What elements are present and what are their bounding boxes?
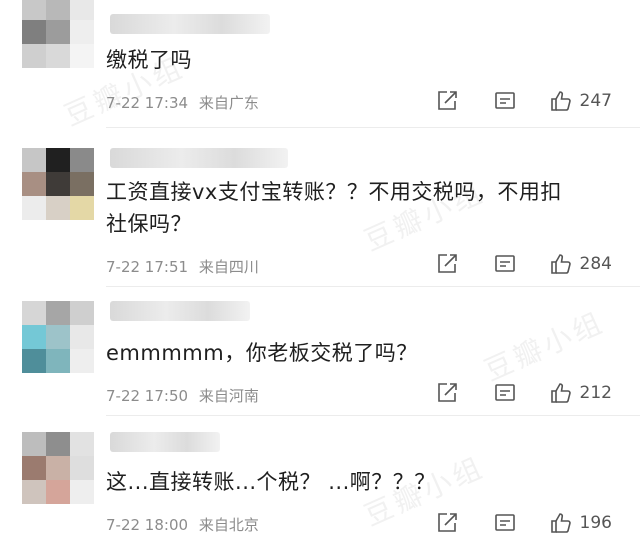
username-blurred[interactable] [110,14,270,34]
share-icon[interactable] [434,88,460,114]
avatar[interactable] [22,148,94,220]
comment-time: 7-22 18:00 [106,516,189,534]
comment-meta: 7-22 17:50 来自河南 [106,385,259,406]
comment-time: 7-22 17:50 [106,387,189,405]
comment-meta: 7-22 18:00 来自北京 [106,514,259,535]
comment-text: 工资直接vx支付宝转账？？不用交税吗，不用扣 社保吗？ [106,180,562,236]
comment-actions: 212 [434,380,612,406]
reply-icon[interactable] [492,510,518,536]
avatar[interactable] [22,0,94,68]
share-icon[interactable] [434,380,460,406]
comment-text: emmmmm，你老板交税了吗？ [106,341,418,365]
like-count: 196 [579,513,612,533]
comment-meta: 7-22 17:34 来自广东 [106,92,259,113]
share-icon[interactable] [434,251,460,277]
comment-actions: 196 [434,510,612,536]
thumbs-up-icon[interactable] [548,251,574,277]
like-count: 212 [579,383,612,403]
thumbs-up-icon[interactable] [548,510,574,536]
avatar[interactable] [22,432,94,504]
comment-item: 工资直接vx支付宝转账？？不用交税吗，不用扣 社保吗？ 7-22 17:51 来… [0,128,640,287]
like-count: 284 [579,254,612,274]
comment-location: 来自四川 [198,258,259,276]
comment-time: 7-22 17:34 [106,94,189,112]
username-blurred[interactable] [110,148,288,168]
thumbs-up-icon[interactable] [548,380,574,406]
comment-item: emmmmm，你老板交税了吗？ 7-22 17:50 来自河南 212 [0,287,640,416]
comment-meta: 7-22 17:51 来自四川 [106,256,259,277]
avatar[interactable] [22,301,94,373]
comment-text: 这...直接转账...个税？ ...啊？？？ [106,470,436,494]
comment-actions: 284 [434,251,612,277]
reply-icon[interactable] [492,380,518,406]
comment-item: 这...直接转账...个税？ ...啊？？？ 7-22 18:00 来自北京 1… [0,416,640,557]
like-count: 247 [579,91,612,111]
comment-item: 缴税了吗 7-22 17:34 来自广东 247 [0,0,640,128]
thumbs-up-icon[interactable] [548,88,574,114]
username-blurred[interactable] [110,301,250,321]
reply-icon[interactable] [492,88,518,114]
comment-time: 7-22 17:51 [106,258,189,276]
share-icon[interactable] [434,510,460,536]
reply-icon[interactable] [492,251,518,277]
comment-location: 来自北京 [198,516,259,534]
username-blurred[interactable] [110,432,220,452]
comment-location: 来自广东 [198,94,259,112]
comment-text: 缴税了吗 [106,48,192,72]
comment-actions: 247 [434,88,612,114]
comment-location: 来自河南 [198,387,259,405]
